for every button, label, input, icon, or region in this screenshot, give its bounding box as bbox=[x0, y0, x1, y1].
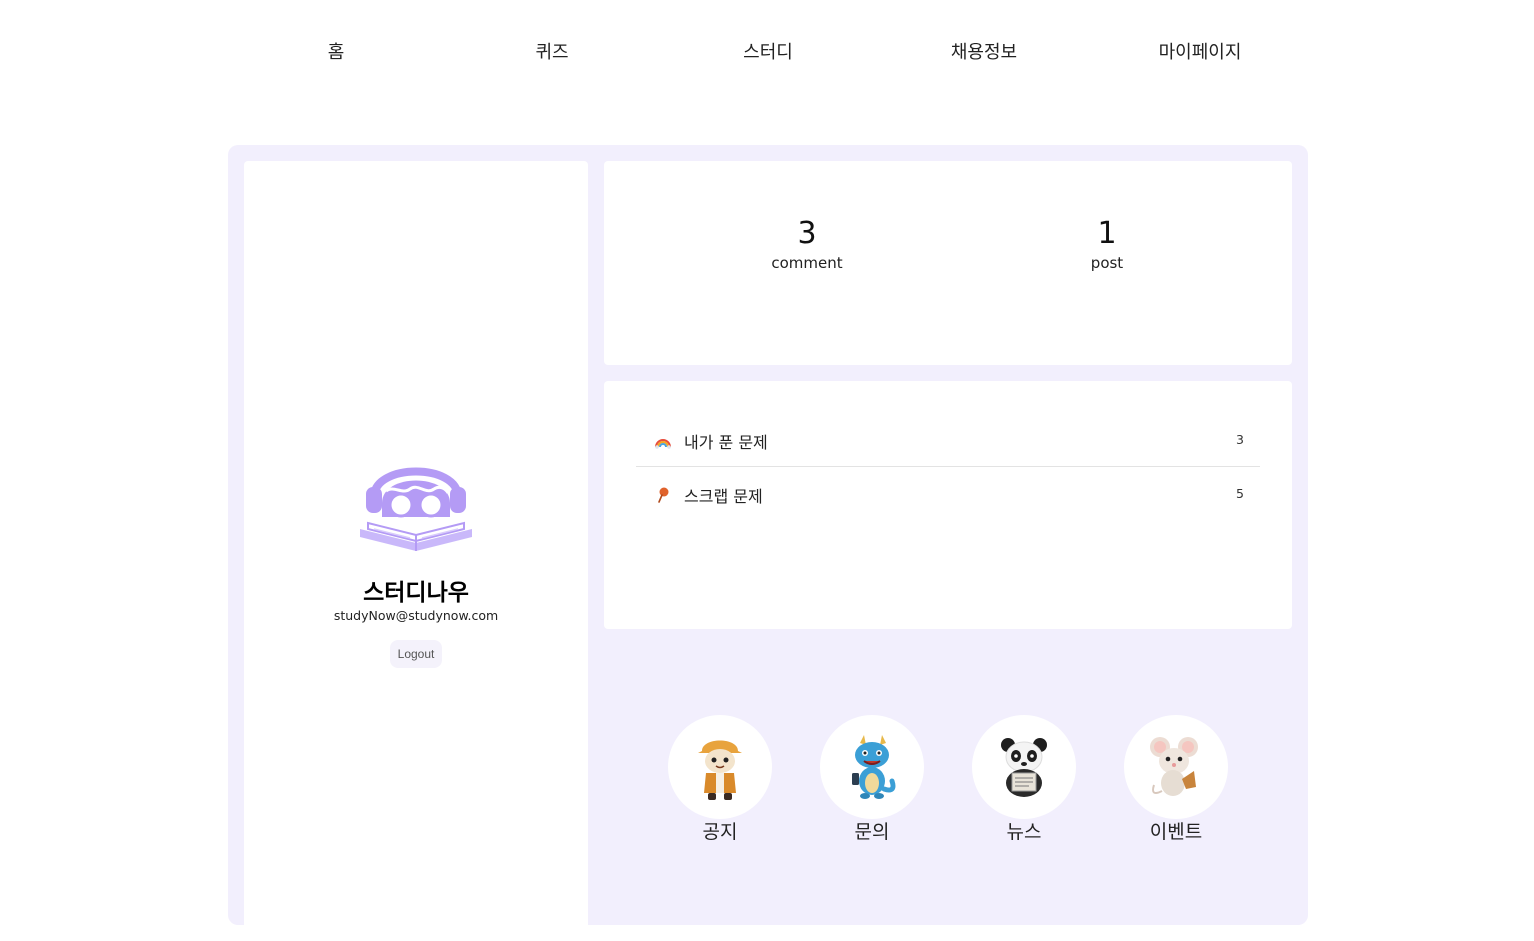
menu-notice-circle bbox=[668, 715, 772, 819]
menu-inquiry-circle bbox=[820, 715, 924, 819]
dragon-mascot-icon bbox=[852, 735, 896, 799]
panda-mascot-icon bbox=[1001, 738, 1047, 797]
list-item-label: 내가 푼 문제 bbox=[684, 433, 768, 452]
menu-event[interactable]: 이벤트 bbox=[1124, 715, 1228, 844]
nav-item-quiz[interactable]: 퀴즈 bbox=[472, 38, 632, 64]
stat-post[interactable]: 1 post bbox=[1007, 215, 1207, 273]
logout-button[interactable]: Logout bbox=[390, 640, 442, 668]
activity-stats-card: 3 comment 1 post bbox=[604, 161, 1292, 365]
explorer-mascot-icon bbox=[698, 740, 742, 800]
menu-news[interactable]: 뉴스 bbox=[972, 715, 1076, 844]
rainbow-icon bbox=[655, 439, 671, 449]
stat-comment-value: 3 bbox=[797, 216, 817, 251]
quiz-list-card: 내가 푼 문제 3 스크랩 문제 5 bbox=[604, 381, 1292, 629]
list-item-solved-questions[interactable]: 내가 푼 문제 3 bbox=[636, 414, 1260, 467]
pushpin-icon bbox=[658, 487, 669, 503]
menu-news-label: 뉴스 bbox=[1006, 821, 1042, 843]
stat-comment-label: comment bbox=[771, 254, 843, 272]
menu-notice-label: 공지 bbox=[702, 821, 738, 843]
profile-email: studyNow@studynow.com bbox=[333, 608, 499, 623]
nav-item-home[interactable]: 홈 bbox=[256, 38, 416, 64]
mouse-mascot-icon bbox=[1150, 737, 1198, 796]
list-item-count: 5 bbox=[1236, 486, 1244, 501]
menu-inquiry-label: 문의 bbox=[854, 821, 890, 843]
menu-event-circle bbox=[1124, 715, 1228, 819]
stat-comment[interactable]: 3 comment bbox=[707, 215, 907, 273]
nav-item-study[interactable]: 스터디 bbox=[688, 38, 848, 64]
profile-name: 스터디나우 bbox=[363, 580, 469, 606]
menu-notice[interactable]: 공지 bbox=[668, 715, 772, 844]
menu-event-label: 이벤트 bbox=[1149, 821, 1203, 843]
top-navigation: 홈 퀴즈 스터디 채용정보 마이페이지 bbox=[0, 0, 1534, 100]
profile-card: 스터디나우 studyNow@studynow.com Logout bbox=[244, 161, 588, 941]
reader-with-headphones-icon bbox=[360, 467, 472, 551]
mypage-panel: 스터디나우 studyNow@studynow.com Logout 3 com… bbox=[228, 145, 1308, 941]
stat-post-value: 1 bbox=[1097, 216, 1117, 251]
nav-item-jobs[interactable]: 채용정보 bbox=[904, 38, 1064, 64]
stat-post-label: post bbox=[1090, 254, 1124, 272]
menu-inquiry[interactable]: 문의 bbox=[820, 715, 924, 844]
list-item-label: 스크랩 문제 bbox=[684, 487, 763, 506]
list-item-scrapped-questions[interactable]: 스크랩 문제 5 bbox=[636, 468, 1260, 520]
list-item-count: 3 bbox=[1236, 432, 1244, 447]
menu-news-circle bbox=[972, 715, 1076, 819]
nav-item-mypage[interactable]: 마이페이지 bbox=[1120, 38, 1280, 64]
